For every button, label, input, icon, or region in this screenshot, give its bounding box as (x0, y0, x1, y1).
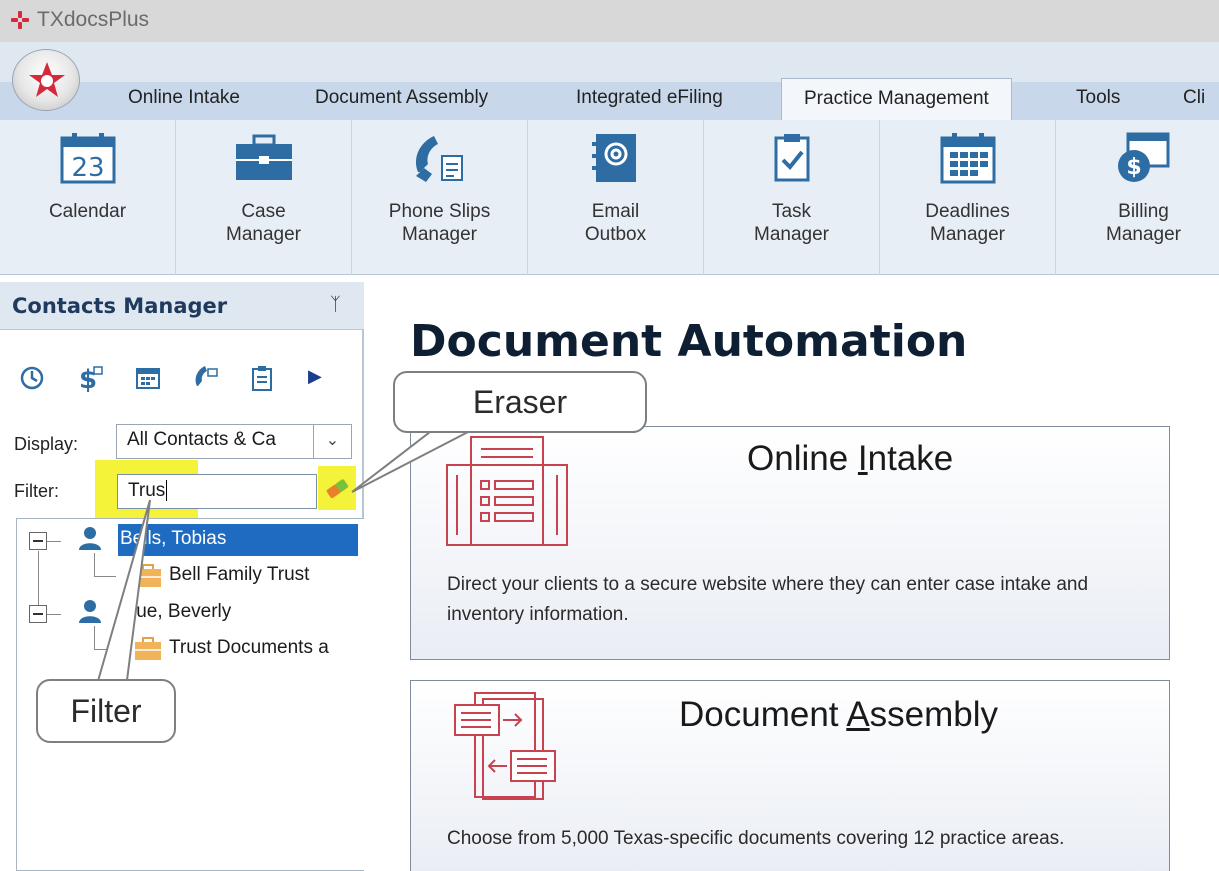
person-icon (79, 527, 101, 550)
tree-node-trust-documents[interactable]: Trust Documents a (169, 633, 329, 665)
tree-node-bells-tobias[interactable]: Bells, Tobias (118, 524, 358, 556)
contacts-pane-title: Contacts Manager (12, 294, 228, 318)
intake-form-icon (446, 436, 568, 546)
email-outbox-label: Email Outbox (584, 201, 647, 245)
calendar-small-icon[interactable] (134, 364, 164, 394)
task-manager-label: Task Manager (754, 201, 829, 245)
more-arrow-icon[interactable]: ▶ (308, 364, 338, 394)
tab-integrated-efiling[interactable]: Integrated eFiling (576, 78, 723, 120)
deadlines-manager-label: Deadlines Manager (925, 201, 1010, 245)
calendar-day-number: 23 (71, 153, 104, 183)
svg-text:$: $ (1126, 155, 1141, 180)
case-folder-icon (135, 637, 161, 660)
case-manager-button[interactable]: Case Manager (176, 120, 352, 275)
eraser-button[interactable] (322, 474, 352, 504)
app-star-icon (29, 62, 65, 97)
task-manager-button[interactable]: Task Manager (704, 120, 880, 275)
eraser-icon (326, 479, 349, 499)
email-icon (591, 134, 636, 182)
phone-slips-manager-button[interactable]: Phone Slips Manager (352, 120, 528, 275)
contacts-manager-pane: Contacts Manager ᛉ $ ▶ Display: All Cont… (0, 282, 364, 871)
briefcase-icon (235, 134, 292, 180)
collapse-node-icon[interactable] (29, 605, 47, 623)
title-bar: TXdocsPlus (0, 0, 1219, 42)
page-title: Document Automation (410, 316, 968, 367)
tree-node-true-beverly[interactable]: True, Beverly (119, 597, 231, 629)
phone-icon (415, 136, 463, 182)
phone-small-icon[interactable] (192, 364, 222, 394)
filter-callout: Filter (36, 679, 176, 743)
calendar-label: Calendar (48, 201, 127, 222)
application-menu-button[interactable] (12, 49, 80, 111)
filter-input[interactable]: Trus (117, 474, 317, 509)
online-intake-card[interactable]: Online Intake Direct your clients to a s… (410, 426, 1170, 660)
display-label: Display: (14, 434, 79, 454)
contacts-toolbar: $ ▶ (18, 364, 338, 395)
billing-small-icon[interactable]: $ (76, 364, 106, 395)
history-icon[interactable] (18, 364, 48, 394)
display-select[interactable]: All Contacts & Ca ⌄ (116, 424, 352, 459)
deadlines-calendar-icon (940, 133, 995, 184)
billing-manager-label: Billing Manager (1106, 201, 1181, 245)
tab-clients[interactable]: Cli (1183, 78, 1205, 120)
app-title: TXdocsPlus (37, 8, 150, 31)
calendar-icon: 23 (60, 133, 115, 184)
eraser-callout: Eraser (393, 371, 647, 433)
deadlines-manager-button[interactable]: Deadlines Manager (880, 120, 1056, 275)
billing-icon: $ (1117, 132, 1169, 182)
case-manager-label: Case Manager (226, 201, 301, 245)
contacts-pane-header: Contacts Manager ᛉ (0, 282, 364, 330)
document-assembly-title: Document Assembly (679, 695, 999, 734)
document-assembly-description: Choose from 5,000 Texas-specific documen… (447, 828, 1065, 849)
email-outbox-button[interactable]: Email Outbox (528, 120, 704, 275)
document-assembly-icon (454, 692, 556, 800)
case-folder-icon (135, 564, 161, 587)
task-icon (774, 134, 809, 182)
filter-input-value: Trus (128, 480, 166, 501)
phone-slips-manager-label: Phone Slips Manager (388, 201, 491, 245)
collapse-node-icon[interactable] (29, 532, 47, 550)
tab-online-intake[interactable]: Online Intake (128, 78, 240, 120)
online-intake-description: Direct your clients to a secure website … (447, 574, 1089, 625)
tab-tools[interactable]: Tools (1076, 78, 1120, 120)
tab-document-assembly[interactable]: Document Assembly (315, 78, 488, 120)
app-logo-icon (11, 11, 29, 29)
document-assembly-card[interactable]: Document Assembly Choose from 5,000 Texa… (410, 680, 1170, 871)
document-small-icon[interactable] (248, 364, 278, 394)
chevron-down-icon[interactable]: ⌄ (313, 425, 351, 458)
calendar-button[interactable]: 23 Calendar (0, 120, 176, 275)
billing-manager-button[interactable]: $ Billing Manager (1056, 120, 1219, 275)
tree-node-bell-family-trust[interactable]: Bell Family Trust (169, 560, 309, 592)
filter-label: Filter: (14, 481, 59, 501)
person-icon (79, 600, 101, 623)
online-intake-title: Online Intake (747, 439, 954, 478)
tab-practice-management[interactable]: Practice Management (781, 78, 1012, 120)
pin-icon[interactable]: ᛉ (330, 294, 341, 315)
display-select-value: All Contacts & Ca (127, 429, 276, 450)
